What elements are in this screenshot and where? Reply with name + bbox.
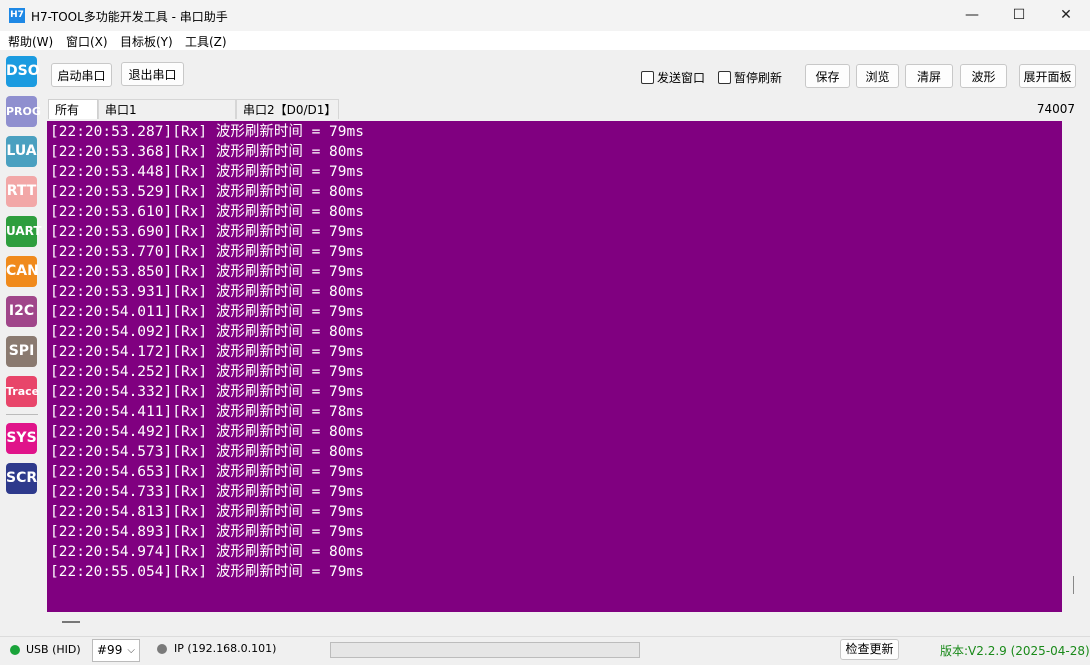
send-window-checkbox[interactable]: 发送窗口	[641, 69, 705, 86]
device-select-value: #99	[97, 643, 123, 657]
waveform-button[interactable]: 波形	[960, 64, 1007, 88]
sidebar-scr-button[interactable]: SCR	[6, 463, 37, 494]
ip-status-icon	[157, 644, 167, 654]
log-line: [22:20:53.368][Rx] 波形刷新时间 = 80ms	[50, 144, 364, 160]
tab-all[interactable]: 所有	[48, 99, 98, 119]
log-line: [22:20:55.054][Rx] 波形刷新时间 = 79ms	[50, 564, 364, 580]
exit-serial-button[interactable]: 退出串口	[121, 62, 184, 86]
log-line: [22:20:54.733][Rx] 波形刷新时间 = 79ms	[50, 484, 364, 500]
horizontal-scrollbar-thumb[interactable]	[62, 621, 80, 623]
start-serial-button[interactable]: 启动串口	[51, 63, 112, 87]
log-line: [22:20:54.092][Rx] 波形刷新时间 = 80ms	[50, 324, 364, 340]
title-bar: H7 H7-TOOL多功能开发工具 - 串口助手 — ☐ ✕	[0, 0, 1090, 31]
sidebar-rtt-button[interactable]: RTT	[6, 176, 37, 207]
chevron-down-icon: ⌵	[127, 645, 135, 656]
tab-serial-2[interactable]: 串口2【D0/D1】	[236, 99, 339, 119]
menu-bar: 帮助(W) 窗口(X) 目标板(Y) 工具(Z)	[0, 31, 1090, 50]
log-line: [22:20:53.770][Rx] 波形刷新时间 = 79ms	[50, 244, 364, 260]
log-line: [22:20:53.610][Rx] 波形刷新时间 = 80ms	[50, 204, 364, 220]
menu-help[interactable]: 帮助(W)	[8, 33, 53, 50]
module-sidebar: DSO PROG LUA RTT UART CAN I2C SPI Trace …	[0, 50, 44, 638]
sidebar-prog-button[interactable]: PROG	[6, 96, 41, 127]
sidebar-spi-button[interactable]: SPI	[6, 336, 37, 367]
close-button[interactable]: ✕	[1043, 0, 1089, 31]
vertical-scrollbar-thumb[interactable]	[1073, 576, 1074, 594]
log-line: [22:20:53.448][Rx] 波形刷新时间 = 79ms	[50, 164, 364, 180]
send-window-checkbox-box[interactable]	[641, 71, 654, 84]
browse-button[interactable]: 浏览	[856, 64, 899, 88]
usb-status-icon	[10, 645, 20, 655]
close-icon: ✕	[1060, 7, 1072, 23]
expand-panel-button[interactable]: 展开面板	[1019, 64, 1076, 88]
save-button[interactable]: 保存	[805, 64, 850, 88]
device-select[interactable]: #99 ⌵	[92, 639, 140, 662]
log-line: [22:20:53.529][Rx] 波形刷新时间 = 80ms	[50, 184, 364, 200]
log-line: [22:20:53.690][Rx] 波形刷新时间 = 79ms	[50, 224, 364, 240]
minimize-icon: —	[965, 7, 979, 23]
serial-log-terminal[interactable]: [22:20:53.287][Rx] 波形刷新时间 = 79ms [22:20:5…	[47, 121, 1062, 612]
sidebar-can-button[interactable]: CAN	[6, 256, 39, 287]
log-line: [22:20:53.931][Rx] 波形刷新时间 = 80ms	[50, 284, 364, 300]
minimize-button[interactable]: —	[949, 0, 995, 31]
tab-serial-1[interactable]: 串口1【485/232/TTL】	[98, 99, 236, 137]
pause-refresh-checkbox-box[interactable]	[718, 71, 731, 84]
send-window-label: 发送窗口	[657, 71, 706, 85]
sidebar-i2c-button[interactable]: I2C	[6, 296, 37, 327]
maximize-button[interactable]: ☐	[996, 0, 1042, 31]
log-line: [22:20:53.850][Rx] 波形刷新时间 = 79ms	[50, 264, 364, 280]
horizontal-scrollbar[interactable]	[47, 612, 1062, 632]
log-line: [22:20:54.172][Rx] 波形刷新时间 = 79ms	[50, 344, 364, 360]
window-title: H7-TOOL多功能开发工具 - 串口助手	[31, 10, 228, 24]
progress-bar	[330, 642, 640, 658]
ip-status-label: IP (192.168.0.101)	[174, 642, 277, 655]
usb-status-label: USB (HID)	[26, 643, 81, 656]
sidebar-sys-button[interactable]: SYS	[6, 423, 37, 454]
clear-screen-button[interactable]: 清屏	[905, 64, 953, 88]
maximize-icon: ☐	[1012, 7, 1026, 23]
log-line: [22:20:54.011][Rx] 波形刷新时间 = 79ms	[50, 304, 364, 320]
log-line: [22:20:53.287][Rx] 波形刷新时间 = 79ms	[50, 124, 364, 140]
sidebar-dso-button[interactable]: DSO	[6, 56, 40, 87]
log-line: [22:20:54.332][Rx] 波形刷新时间 = 79ms	[50, 384, 364, 400]
pause-refresh-checkbox[interactable]: 暂停刷新	[718, 69, 782, 86]
log-line: [22:20:54.893][Rx] 波形刷新时间 = 79ms	[50, 524, 364, 540]
log-line: [22:20:54.653][Rx] 波形刷新时间 = 79ms	[50, 464, 364, 480]
log-line: [22:20:54.573][Rx] 波形刷新时间 = 80ms	[50, 444, 364, 460]
sidebar-uart-button[interactable]: UART	[6, 216, 42, 247]
sidebar-trace-button[interactable]: Trace	[6, 376, 39, 407]
log-line: [22:20:54.974][Rx] 波形刷新时间 = 80ms	[50, 544, 364, 560]
sidebar-lua-button[interactable]: LUA	[6, 136, 37, 167]
sidebar-divider	[6, 414, 38, 415]
menu-target-board[interactable]: 目标板(Y)	[120, 33, 173, 50]
check-update-button[interactable]: 检查更新	[840, 639, 899, 660]
status-bar: USB (HID) #99 ⌵ IP (192.168.0.101) 检查更新 …	[0, 636, 1090, 665]
vertical-scrollbar[interactable]	[1062, 121, 1090, 612]
menu-window[interactable]: 窗口(X)	[66, 33, 108, 50]
log-line: [22:20:54.252][Rx] 波形刷新时间 = 79ms	[50, 364, 364, 380]
version-label: 版本:V2.2.9 (2025-04-28)	[940, 644, 1090, 658]
log-line: [22:20:54.411][Rx] 波形刷新时间 = 78ms	[50, 404, 364, 420]
log-line: [22:20:54.813][Rx] 波形刷新时间 = 79ms	[50, 504, 364, 520]
pause-refresh-label: 暂停刷新	[734, 71, 783, 85]
app-logo-icon: H7	[9, 8, 25, 23]
log-line: [22:20:54.492][Rx] 波形刷新时间 = 80ms	[50, 424, 364, 440]
menu-tools[interactable]: 工具(Z)	[185, 33, 227, 50]
rx-byte-count: 74007	[1036, 102, 1075, 116]
